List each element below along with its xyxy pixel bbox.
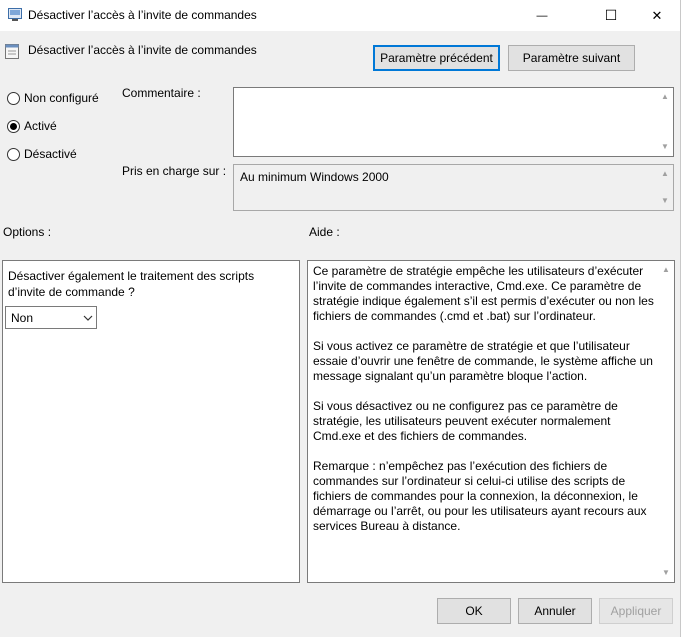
maximize-icon: ☐ xyxy=(604,7,618,23)
next-setting-button[interactable]: Paramètre suivant xyxy=(508,45,635,71)
help-panel[interactable]: Ce paramètre de stratégie empêche les ut… xyxy=(307,260,675,583)
scroll-down-icon[interactable]: ▼ xyxy=(660,196,670,206)
cancel-button[interactable]: Annuler xyxy=(518,598,592,624)
scroll-down-icon[interactable]: ▼ xyxy=(661,568,671,578)
select-value: Non xyxy=(11,311,34,325)
help-label: Aide : xyxy=(309,225,340,239)
supported-on-scrollbar[interactable]: ▲ ▼ xyxy=(657,165,673,210)
background-window-edge xyxy=(681,60,687,540)
help-text: Ce paramètre de stratégie empêche les ut… xyxy=(313,264,655,549)
supported-on-field[interactable]: Au minimum Windows 2000 ▲ ▼ xyxy=(233,164,674,211)
supported-on-value: Au minimum Windows 2000 xyxy=(240,170,389,184)
previous-setting-button[interactable]: Paramètre précédent xyxy=(373,45,500,71)
minimize-icon: — xyxy=(536,9,548,22)
comment-scrollbar[interactable]: ▲ ▼ xyxy=(657,88,673,156)
scroll-up-icon[interactable]: ▲ xyxy=(660,92,670,102)
radio-disabled-label[interactable]: Désactivé xyxy=(24,147,77,161)
scroll-down-icon[interactable]: ▼ xyxy=(660,142,670,152)
scroll-up-icon[interactable]: ▲ xyxy=(661,265,671,275)
chevron-down-icon xyxy=(83,315,93,321)
policy-dialog: Désactiver l’accès à l’invite de command… xyxy=(0,0,681,637)
help-paragraph: Si vous désactivez ou ne configurez pas … xyxy=(313,399,618,443)
radio-selected-dot xyxy=(10,123,17,130)
radio-not-configured[interactable] xyxy=(7,92,20,105)
policy-setting-icon xyxy=(5,44,19,59)
close-icon: ✕ xyxy=(651,7,663,23)
minimize-button[interactable]: — xyxy=(519,0,565,31)
policy-name: Désactiver l’accès à l’invite de command… xyxy=(28,43,257,57)
window-title: Désactiver l’accès à l’invite de command… xyxy=(28,8,257,22)
help-paragraph: Ce paramètre de stratégie empêche les ut… xyxy=(313,264,654,323)
maximize-button[interactable]: ☐ xyxy=(588,0,634,31)
script-processing-select[interactable]: Non xyxy=(5,306,97,329)
apply-button[interactable]: Appliquer xyxy=(599,598,673,624)
options-panel: Désactiver également le traitement des s… xyxy=(2,260,300,583)
close-button[interactable]: ✕ xyxy=(634,0,680,31)
supported-on-label: Pris en charge sur : xyxy=(122,164,227,178)
help-scrollbar[interactable]: ▲ ▼ xyxy=(658,261,674,582)
title-bar[interactable]: Désactiver l’accès à l’invite de command… xyxy=(0,0,680,31)
options-label: Options : xyxy=(3,225,52,239)
radio-not-configured-label[interactable]: Non configuré xyxy=(24,91,99,105)
policy-app-icon xyxy=(8,8,22,21)
scroll-up-icon[interactable]: ▲ xyxy=(660,169,670,179)
help-paragraph: Si vous activez ce paramètre de stratégi… xyxy=(313,339,653,383)
radio-enabled-label[interactable]: Activé xyxy=(24,119,57,133)
options-question: Désactiver également le traitement des s… xyxy=(8,269,255,299)
comment-field[interactable]: ▲ ▼ xyxy=(233,87,674,157)
ok-button[interactable]: OK xyxy=(437,598,511,624)
comment-label: Commentaire : xyxy=(122,86,201,100)
help-paragraph: Remarque : n’empêchez pas l’exécution de… xyxy=(313,459,647,533)
radio-disabled[interactable] xyxy=(7,148,20,161)
radio-enabled[interactable] xyxy=(7,120,20,133)
